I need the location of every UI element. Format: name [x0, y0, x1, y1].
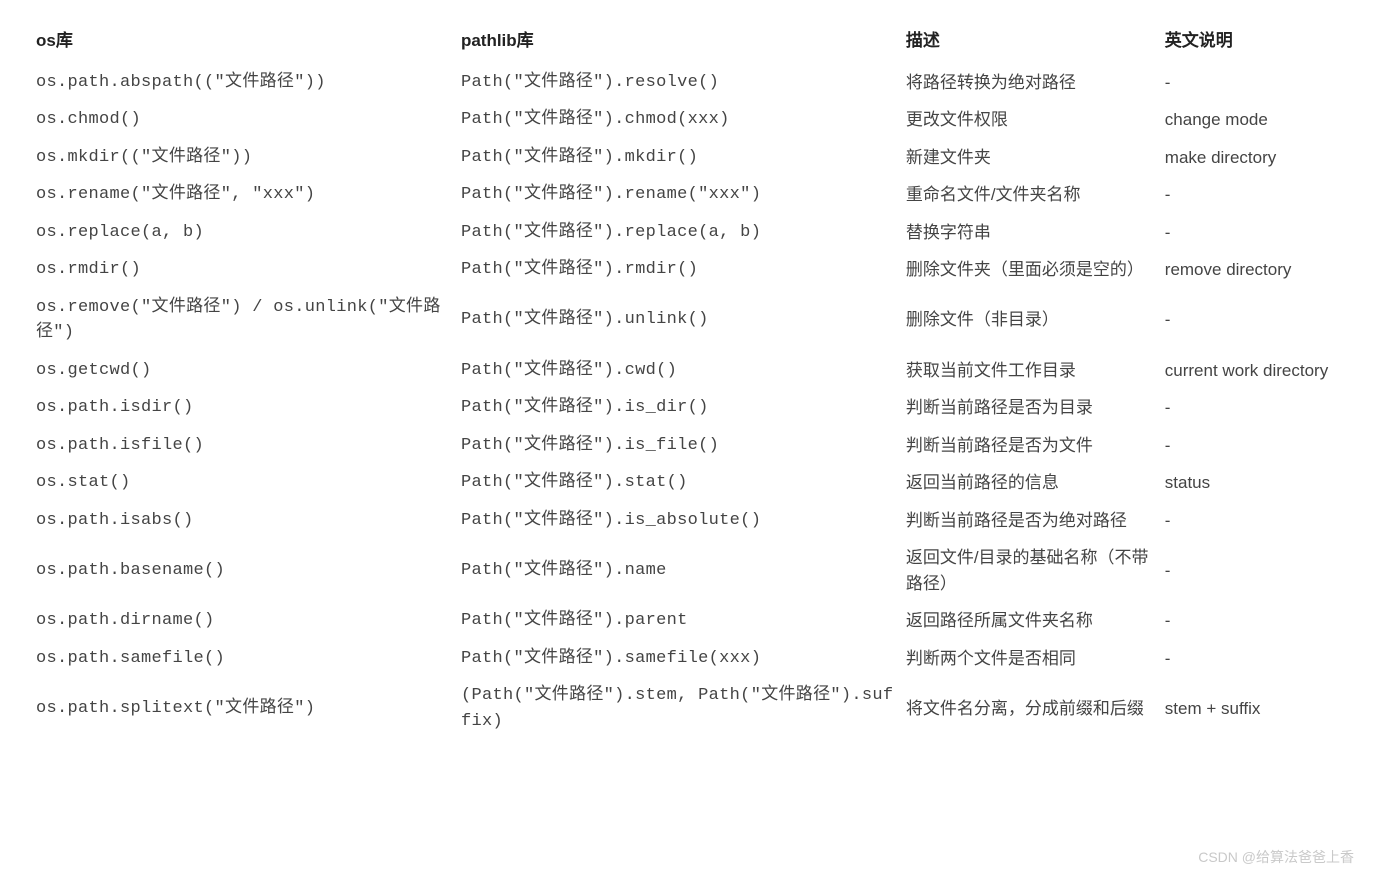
cell-pathlib: Path("文件路径").mkdir() [457, 139, 902, 177]
cell-os: os.remove("文件路径") / os.unlink("文件路径") [32, 289, 457, 352]
cell-pathlib: Path("文件路径").resolve() [457, 64, 902, 102]
table-row: os.path.dirname()Path("文件路径").parent返回路径… [32, 602, 1360, 640]
cell-desc: 判断两个文件是否相同 [902, 640, 1161, 678]
cell-pathlib: Path("文件路径").is_absolute() [457, 502, 902, 540]
cell-os: os.replace(a, b) [32, 214, 457, 252]
cell-eng: - [1161, 176, 1360, 214]
cell-pathlib: Path("文件路径").samefile(xxx) [457, 640, 902, 678]
table-row: os.stat()Path("文件路径").stat()返回当前路径的信息sta… [32, 464, 1360, 502]
cell-eng: - [1161, 602, 1360, 640]
cell-os: os.rename("文件路径", "xxx") [32, 176, 457, 214]
cell-os: os.chmod() [32, 101, 457, 139]
header-row: os库 pathlib库 描述 英文说明 [32, 24, 1360, 64]
table-row: os.getcwd()Path("文件路径").cwd()获取当前文件工作目录c… [32, 352, 1360, 390]
cell-desc: 更改文件权限 [902, 101, 1161, 139]
cell-pathlib: Path("文件路径").stat() [457, 464, 902, 502]
table-row: os.path.basename()Path("文件路径").name返回文件/… [32, 539, 1360, 602]
cell-pathlib: (Path("文件路径").stem, Path("文件路径").suffix) [457, 677, 902, 740]
table-row: os.rename("文件路径", "xxx")Path("文件路径").ren… [32, 176, 1360, 214]
cell-desc: 判断当前路径是否为目录 [902, 389, 1161, 427]
cell-desc: 将文件名分离，分成前缀和后缀 [902, 677, 1161, 740]
cell-eng: change mode [1161, 101, 1360, 139]
cell-os: os.stat() [32, 464, 457, 502]
table-row: os.chmod()Path("文件路径").chmod(xxx)更改文件权限c… [32, 101, 1360, 139]
cell-eng: - [1161, 640, 1360, 678]
cell-desc: 判断当前路径是否为绝对路径 [902, 502, 1161, 540]
cell-eng: - [1161, 214, 1360, 252]
cell-pathlib: Path("文件路径").is_dir() [457, 389, 902, 427]
cell-os: os.path.dirname() [32, 602, 457, 640]
table-row: os.path.isfile()Path("文件路径").is_file()判断… [32, 427, 1360, 465]
cell-eng: - [1161, 389, 1360, 427]
cell-eng: make directory [1161, 139, 1360, 177]
cell-desc: 返回文件/目录的基础名称（不带路径） [902, 539, 1161, 602]
cell-os: os.path.splitext("文件路径") [32, 677, 457, 740]
table-row: os.path.samefile()Path("文件路径").samefile(… [32, 640, 1360, 678]
cell-eng: stem + suffix [1161, 677, 1360, 740]
cell-desc: 删除文件夹（里面必须是空的） [902, 251, 1161, 289]
cell-pathlib: Path("文件路径").is_file() [457, 427, 902, 465]
cell-desc: 替换字符串 [902, 214, 1161, 252]
cell-eng: status [1161, 464, 1360, 502]
cell-os: os.path.isfile() [32, 427, 457, 465]
cell-desc: 判断当前路径是否为文件 [902, 427, 1161, 465]
table-row: os.mkdir(("文件路径"))Path("文件路径").mkdir()新建… [32, 139, 1360, 177]
cell-eng: - [1161, 427, 1360, 465]
watermark: CSDN @给算法爸爸上香 [1198, 847, 1354, 868]
header-os: os库 [32, 24, 457, 64]
cell-eng: - [1161, 64, 1360, 102]
table-row: os.remove("文件路径") / os.unlink("文件路径")Pat… [32, 289, 1360, 352]
cell-eng: - [1161, 502, 1360, 540]
table-row: os.path.isdir()Path("文件路径").is_dir()判断当前… [32, 389, 1360, 427]
cell-desc: 重命名文件/文件夹名称 [902, 176, 1161, 214]
cell-os: os.getcwd() [32, 352, 457, 390]
cell-desc: 获取当前文件工作目录 [902, 352, 1161, 390]
table-row: os.path.abspath(("文件路径"))Path("文件路径").re… [32, 64, 1360, 102]
cell-os: os.path.basename() [32, 539, 457, 602]
cell-desc: 将路径转换为绝对路径 [902, 64, 1161, 102]
cell-eng: - [1161, 289, 1360, 352]
comparison-table: os库 pathlib库 描述 英文说明 os.path.abspath(("文… [32, 24, 1360, 740]
cell-pathlib: Path("文件路径").chmod(xxx) [457, 101, 902, 139]
cell-pathlib: Path("文件路径").rmdir() [457, 251, 902, 289]
cell-desc: 新建文件夹 [902, 139, 1161, 177]
table-row: os.rmdir()Path("文件路径").rmdir()删除文件夹（里面必须… [32, 251, 1360, 289]
cell-pathlib: Path("文件路径").parent [457, 602, 902, 640]
cell-desc: 返回当前路径的信息 [902, 464, 1161, 502]
cell-eng: current work directory [1161, 352, 1360, 390]
cell-pathlib: Path("文件路径").replace(a, b) [457, 214, 902, 252]
cell-desc: 删除文件（非目录） [902, 289, 1161, 352]
cell-pathlib: Path("文件路径").name [457, 539, 902, 602]
header-desc: 描述 [902, 24, 1161, 64]
cell-pathlib: Path("文件路径").rename("xxx") [457, 176, 902, 214]
table-row: os.path.splitext("文件路径")(Path("文件路径").st… [32, 677, 1360, 740]
cell-os: os.path.isabs() [32, 502, 457, 540]
cell-eng: - [1161, 539, 1360, 602]
cell-os: os.mkdir(("文件路径")) [32, 139, 457, 177]
header-pathlib: pathlib库 [457, 24, 902, 64]
cell-os: os.path.isdir() [32, 389, 457, 427]
cell-eng: remove directory [1161, 251, 1360, 289]
cell-pathlib: Path("文件路径").unlink() [457, 289, 902, 352]
cell-pathlib: Path("文件路径").cwd() [457, 352, 902, 390]
cell-os: os.rmdir() [32, 251, 457, 289]
cell-desc: 返回路径所属文件夹名称 [902, 602, 1161, 640]
header-eng: 英文说明 [1161, 24, 1360, 64]
table-row: os.path.isabs()Path("文件路径").is_absolute(… [32, 502, 1360, 540]
table-row: os.replace(a, b)Path("文件路径").replace(a, … [32, 214, 1360, 252]
cell-os: os.path.abspath(("文件路径")) [32, 64, 457, 102]
cell-os: os.path.samefile() [32, 640, 457, 678]
